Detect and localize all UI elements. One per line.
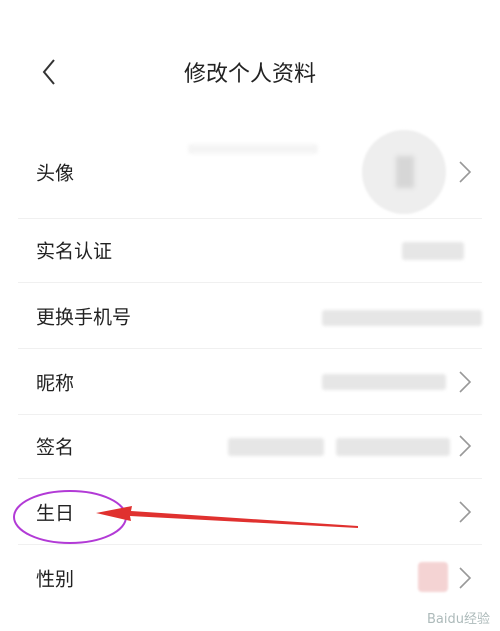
row-avatar[interactable]: 头像 [18,126,482,219]
row-label-avatar: 头像 [36,162,75,185]
chevron-right-icon [459,567,472,589]
watermark-badge [418,562,448,592]
row-label-phone: 更换手机号 [36,306,132,329]
chevron-right-icon [459,435,472,457]
row-label-nickname: 昵称 [36,372,75,395]
chevron-right-icon [459,501,472,523]
row-phone[interactable]: 更换手机号 [18,284,482,349]
row-label-birthday: 生日 [36,502,75,525]
row-nickname[interactable]: 昵称 [18,350,482,415]
header: 修改个人资料 [0,0,500,120]
blurred-value [322,374,446,390]
blurred-avatar-hint [188,144,318,154]
row-label-gender: 性别 [36,568,75,591]
row-birthday[interactable]: 生日 [18,480,482,545]
row-real-name[interactable]: 实名认证 [18,218,482,283]
row-label-signature: 签名 [36,436,75,459]
page-title: 修改个人资料 [183,62,316,87]
row-gender[interactable]: 性别 [18,546,482,610]
blurred-value [402,242,464,260]
blurred-value [228,438,324,456]
chevron-right-icon [459,161,472,183]
blurred-value [336,438,450,456]
row-signature[interactable]: 签名 [18,414,482,479]
avatar [362,130,446,214]
chevron-right-icon [459,371,472,393]
row-label-real-name: 实名认证 [36,240,113,263]
blurred-value [322,310,482,326]
watermark: Baidu经验 [427,612,490,627]
